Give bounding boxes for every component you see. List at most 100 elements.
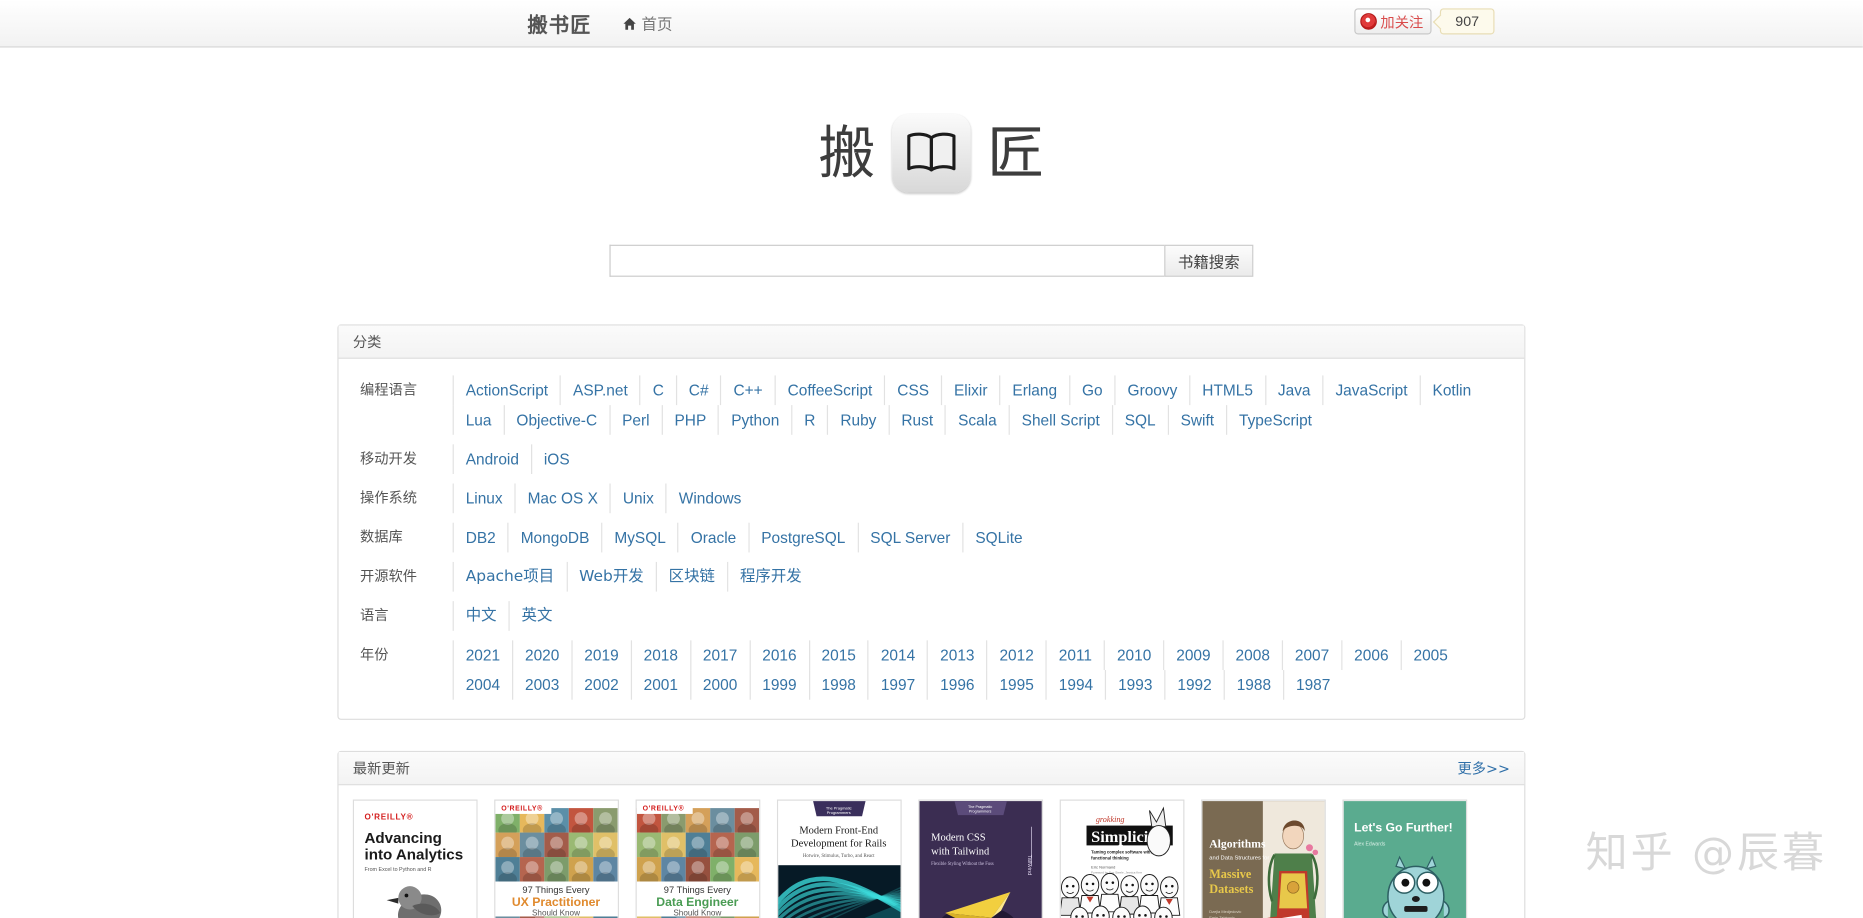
category-item[interactable]: 中文 [453,601,509,631]
category-item[interactable]: 2013 [927,640,986,670]
category-item[interactable]: CSS [884,375,941,405]
category-item[interactable]: ASP.net [560,375,640,405]
category-item[interactable]: Perl [609,405,661,435]
category-item[interactable]: 2017 [690,640,749,670]
category-item[interactable]: 1995 [986,670,1045,700]
category-item[interactable]: Unix [610,484,666,514]
category-item[interactable]: Go [1069,375,1115,405]
category-item[interactable]: R [791,405,827,435]
category-item[interactable]: 区块链 [656,562,727,592]
book-card[interactable]: O'REILLY®97 Things EveryData EngineerSho… [636,800,761,918]
latest-updates-title: 最新更新 [353,758,410,778]
logo-right-character: 匠 [987,125,1044,182]
category-item[interactable]: PostgreSQL [748,523,857,553]
category-item[interactable]: Groovy [1114,375,1189,405]
book-card[interactable]: Algorithmsand Data Structures forMassive… [1201,800,1326,918]
category-item[interactable]: 2016 [749,640,808,670]
category-item[interactable]: 2021 [453,640,512,670]
weibo-follow-button[interactable]: 加关注 [1354,8,1431,34]
category-item[interactable]: 1988 [1224,670,1283,700]
category-item[interactable]: 2011 [1046,640,1104,670]
category-item[interactable]: Windows [666,484,754,514]
category-item[interactable]: 1992 [1164,670,1223,700]
category-item[interactable]: Shell Script [1009,405,1112,435]
category-item[interactable]: 1996 [927,670,986,700]
category-item[interactable]: 1994 [1046,670,1105,700]
category-item[interactable]: MySQL [601,523,677,553]
category-item[interactable]: SQLite [962,523,1034,553]
category-item[interactable]: 2005 [1400,640,1459,670]
category-item[interactable]: 2015 [808,640,867,670]
book-cover-image: The PragmaticProgrammersModern Front-End… [777,800,902,918]
category-item[interactable]: 2008 [1222,640,1281,670]
category-item[interactable]: DB2 [453,523,508,553]
book-card[interactable]: grokkingSimplicityTaming complex softwar… [1060,800,1185,918]
category-item[interactable]: C [640,375,676,405]
category-item[interactable]: SQL [1112,405,1168,435]
category-item[interactable]: Ruby [827,405,888,435]
category-item[interactable]: MongoDB [508,523,602,553]
more-updates-link[interactable]: 更多>> [1458,758,1510,778]
book-search-button[interactable]: 书籍搜索 [1164,245,1253,277]
category-item[interactable]: PHP [661,405,718,435]
category-item[interactable]: Python [718,405,791,435]
category-item-list: 2021202020192018201720162015201420132012… [453,640,1510,699]
category-item[interactable]: Rust [888,405,945,435]
category-item[interactable]: 1987 [1283,670,1342,700]
category-item[interactable]: 2020 [512,640,571,670]
category-item[interactable]: 2012 [986,640,1045,670]
category-item[interactable]: Apache项目 [453,562,566,592]
category-item[interactable]: 2010 [1104,640,1163,670]
category-item[interactable]: 2009 [1163,640,1222,670]
category-item[interactable]: Objective-C [503,405,609,435]
book-card[interactable]: The PragmaticProgrammersModern Front-End… [777,800,902,918]
category-item[interactable]: Web开发 [566,562,656,592]
category-item[interactable]: JavaScript [1322,375,1419,405]
category-item[interactable]: Kotlin [1419,375,1483,405]
category-item[interactable]: C# [676,375,721,405]
category-item[interactable]: Oracle [678,523,748,553]
category-item[interactable]: Scala [945,405,1009,435]
category-item[interactable]: Java [1265,375,1323,405]
category-item[interactable]: 英文 [508,601,564,631]
category-item[interactable]: 2000 [690,670,749,700]
book-card[interactable]: The PragmaticProgrammersModern CSSwith T… [918,800,1043,918]
category-item[interactable]: 1998 [808,670,867,700]
svg-text:Modern Front-End: Modern Front-End [799,826,879,837]
category-item[interactable]: Linux [453,484,515,514]
category-item[interactable]: iOS [531,444,582,474]
category-item[interactable]: 2007 [1282,640,1341,670]
category-item[interactable]: 2018 [631,640,690,670]
category-item[interactable]: TypeScript [1226,405,1324,435]
category-item[interactable]: HTML5 [1189,375,1265,405]
category-item[interactable]: Erlang [999,375,1069,405]
category-item[interactable]: 2002 [571,670,630,700]
category-item[interactable]: 1999 [749,670,808,700]
nav-item-home[interactable]: 首页 [623,12,673,35]
category-item[interactable]: 2004 [453,670,512,700]
book-card[interactable]: Let's Go Further!Alex EdwardsAdvanced pa… [1342,800,1467,918]
category-item[interactable]: Lua [453,405,504,435]
category-item[interactable]: 2014 [868,640,927,670]
category-item[interactable]: Mac OS X [514,484,609,514]
category-item[interactable]: SQL Server [857,523,962,553]
category-item[interactable]: 程序开发 [727,562,814,592]
category-item[interactable]: 1997 [868,670,927,700]
category-item[interactable]: Android [453,444,531,474]
category-item[interactable]: 2001 [631,670,690,700]
search-input[interactable] [609,245,1164,277]
category-item[interactable]: 2006 [1341,640,1400,670]
category-item[interactable]: ActionScript [453,375,560,405]
category-item[interactable]: 2019 [571,640,630,670]
book-card[interactable]: O'REILLY®97 Things EveryUX PractitionerS… [494,800,619,918]
category-item[interactable]: 2003 [512,670,571,700]
category-row: 移动开发AndroidiOS [353,440,1510,479]
category-item[interactable]: Swift [1168,405,1226,435]
category-item[interactable]: Elixir [941,375,999,405]
category-item[interactable]: CoffeeScript [775,375,885,405]
site-logo[interactable]: 搬 匠 [0,114,1863,192]
site-brand-logo[interactable]: 搬书匠 [527,8,591,38]
category-item[interactable]: 1993 [1105,670,1164,700]
category-item[interactable]: C++ [720,375,774,405]
book-card[interactable]: O'REILLY®Advancinginto AnalyticsFrom Exc… [353,800,478,918]
